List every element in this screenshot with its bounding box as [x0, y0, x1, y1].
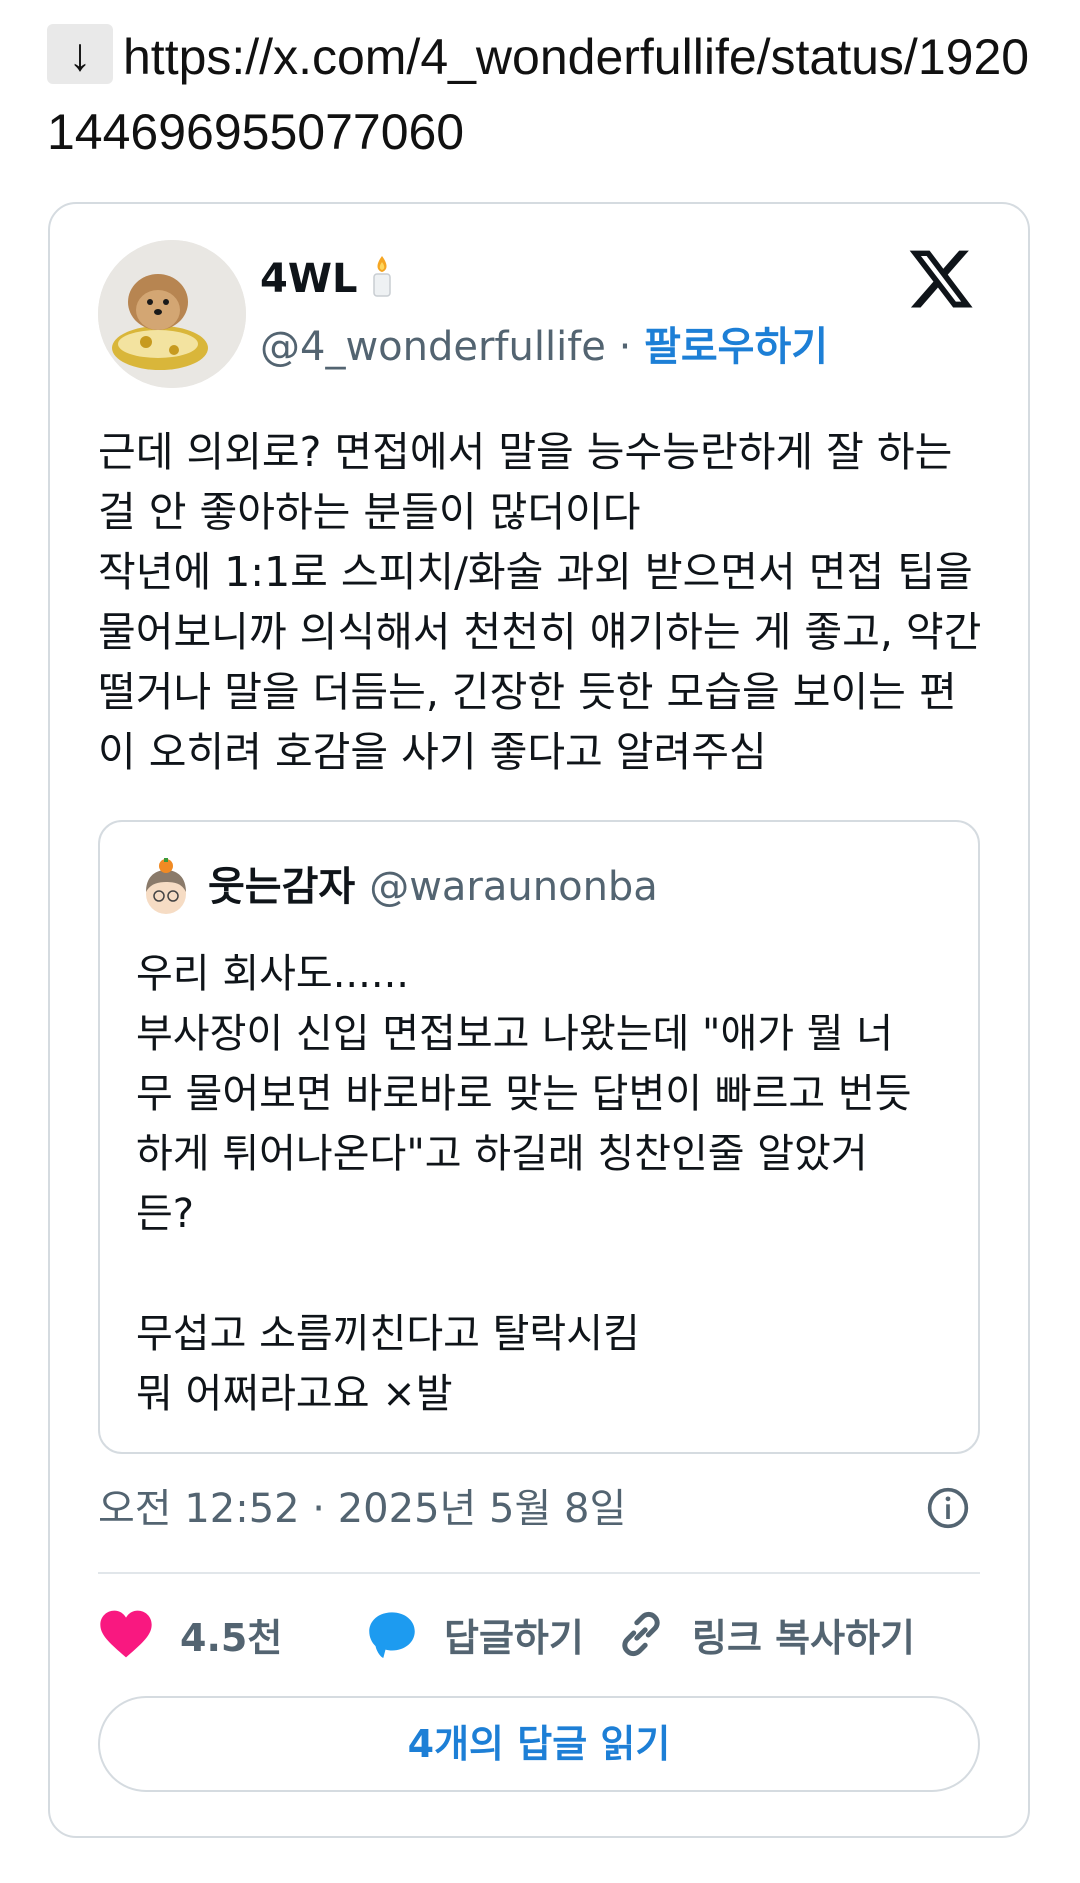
copy-link-button[interactable]: 링크 복사하기 [616, 1604, 915, 1664]
x-logo-icon[interactable] [906, 244, 976, 314]
avatar[interactable] [98, 240, 246, 388]
quote-display-name[interactable]: 웃는감자 [208, 864, 355, 910]
timestamp[interactable]: 오전 12:52 · 2025년 5월 8일 [98, 1484, 626, 1534]
info-icon[interactable] [926, 1486, 970, 1530]
link-icon [622, 1611, 660, 1657]
handle[interactable]: @4_wonderfullife [260, 324, 606, 370]
display-name-text[interactable]: 4WL [260, 256, 357, 302]
like-button[interactable]: 4.5천 [98, 1604, 282, 1664]
status-link[interactable]: ↓ https://x.com/4_wonderfullife/status/19… [47, 20, 1047, 170]
handle-row: @4_wonderfullife · 팔로우하기 [260, 322, 828, 372]
separator: · [618, 324, 632, 370]
quote-avatar[interactable] [136, 858, 196, 918]
reply-label: 답글하기 [444, 1615, 584, 1660]
follow-button[interactable]: 팔로우하기 [644, 324, 828, 370]
tweet-embed-card: 4WL @4_wonderfullife · 팔로우하기 근데 의외로? 면접에… [48, 202, 1030, 1838]
read-replies-button[interactable]: 4개의 답글 읽기 [98, 1696, 980, 1792]
avatar-image [98, 240, 246, 388]
tweet-text: 근데 의외로? 면접에서 말을 능수능란하게 잘 하는 걸 안 좋아하는 분들이… [98, 428, 982, 776]
like-count: 4.5천 [180, 1615, 283, 1660]
quoted-tweet[interactable]: 웃는감자 @waraunonba 우리 회사도...... 부사장이 신입 면접보… [98, 820, 980, 1454]
divider [98, 1572, 980, 1574]
candle-icon [369, 254, 395, 310]
quote-author[interactable]: 웃는감자 @waraunonba [208, 862, 658, 912]
quote-text: 우리 회사도...... 부사장이 신입 면접보고 나왔는데 "애가 뭘 너 무… [136, 951, 912, 1417]
download-arrow-icon: ↓ [47, 24, 113, 84]
status-url[interactable]: https://x.com/4_wonderfullife/status/192… [47, 29, 1029, 160]
copy-link-label: 링크 복사하기 [692, 1615, 915, 1660]
quote-handle[interactable]: @waraunonba [369, 864, 658, 910]
speech-bubble-icon [369, 1612, 415, 1658]
heart-icon [100, 1610, 152, 1658]
display-name[interactable]: 4WL [260, 254, 395, 310]
reply-button[interactable]: 답글하기 [366, 1604, 584, 1664]
